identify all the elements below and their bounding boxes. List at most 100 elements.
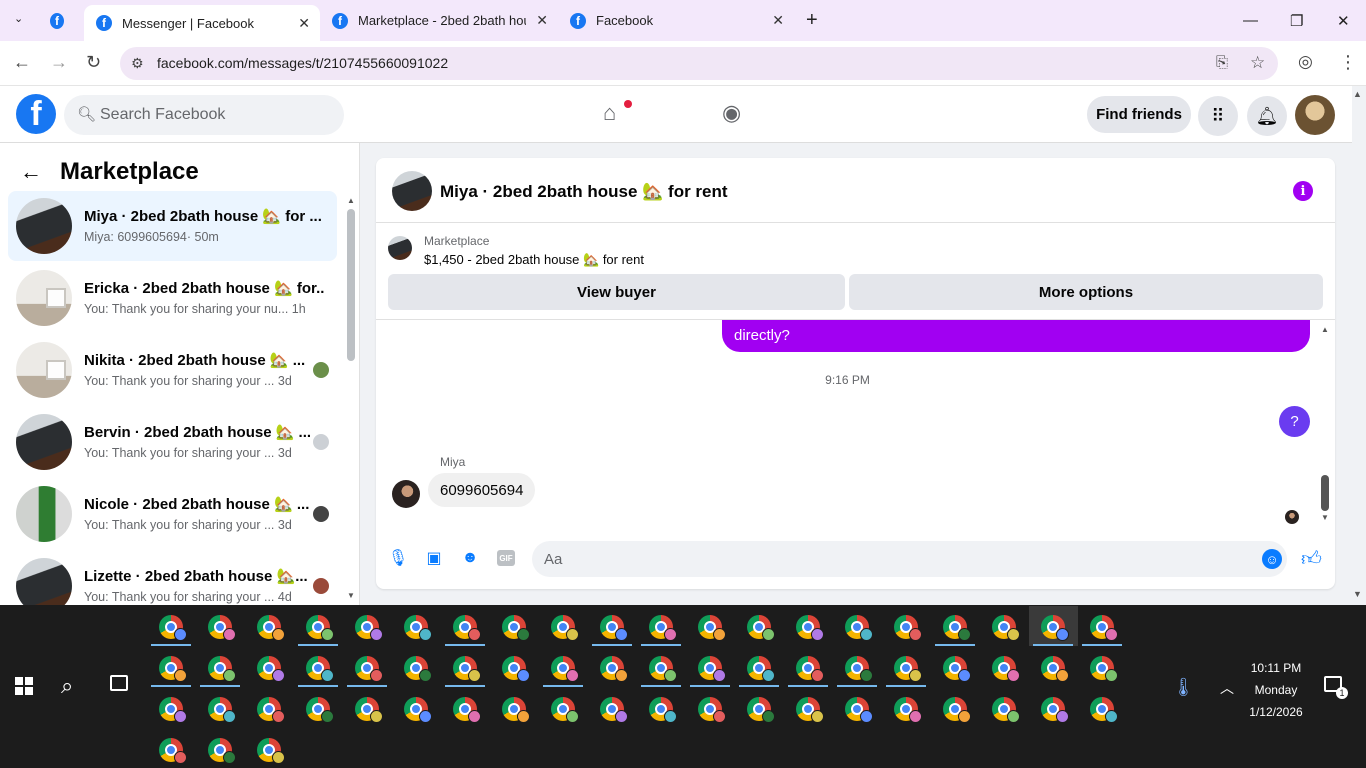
omnibox[interactable]: ⚙ facebook.com/messages/t/21074556600910… (120, 47, 1278, 80)
chrome-profile-taskbar-icon[interactable] (833, 606, 882, 646)
conversation-item-nicole[interactable]: Nicole · 2bed 2bath house 🏡 ... You: Tha… (8, 479, 337, 549)
browser-menu-icon[interactable]: ⋮ (1339, 52, 1357, 73)
facebook-logo-icon[interactable]: f (16, 94, 56, 134)
chrome-profile-taskbar-icon[interactable] (588, 688, 637, 728)
emoji-icon[interactable]: ☺ (1262, 549, 1282, 569)
chrome-profile-taskbar-icon[interactable] (784, 606, 833, 646)
conversation-item-miya[interactable]: Miya · 2bed 2bath house 🏡 for ... Miya: … (8, 191, 337, 261)
more-options-button[interactable]: More options (849, 274, 1323, 310)
listing-title[interactable]: $1,450 - 2bed 2bath house 🏡 for rent (424, 252, 644, 268)
page-scroll-down-icon[interactable]: ▼ (1353, 589, 1362, 599)
minimize-icon[interactable]: — (1243, 12, 1258, 29)
chrome-profile-taskbar-icon[interactable] (490, 647, 539, 687)
tab-facebook[interactable]: f Facebook ✕ (558, 0, 794, 41)
chrome-profile-taskbar-icon[interactable] (539, 647, 588, 687)
info-icon[interactable]: i (1293, 181, 1313, 201)
windows-start-icon[interactable] (15, 677, 33, 695)
chrome-profile-taskbar-icon[interactable] (343, 606, 392, 646)
chrome-profile-taskbar-icon[interactable] (931, 688, 980, 728)
chrome-profile-taskbar-icon[interactable] (686, 688, 735, 728)
chrome-profile-taskbar-icon[interactable] (147, 688, 196, 728)
search-input[interactable] (100, 95, 330, 135)
site-info-icon[interactable]: ⚙ (131, 55, 144, 72)
message-input[interactable] (532, 541, 1287, 577)
tab-marketplace[interactable]: f Marketplace - 2bed 2bath hous ✕ (320, 0, 558, 41)
outgoing-message-bubble[interactable]: directly? (722, 320, 1310, 352)
chrome-profile-taskbar-icon[interactable] (441, 688, 490, 728)
chrome-profile-taskbar-icon[interactable] (294, 647, 343, 687)
reload-icon[interactable]: ↻ (86, 52, 101, 73)
chrome-profile-taskbar-icon[interactable] (637, 647, 686, 687)
chat-title[interactable]: Miya · 2bed 2bath house 🏡 for rent (440, 182, 728, 202)
chrome-profile-taskbar-icon[interactable] (588, 647, 637, 687)
thumbs-up-icon[interactable]: 👍︎ (1301, 547, 1322, 571)
photo-icon[interactable]: ▣ (424, 548, 444, 568)
conversation-item-lizette[interactable]: Lizette · 2bed 2bath house 🏡... You: Tha… (8, 551, 337, 605)
scroll-up-arrow-icon[interactable]: ▲ (347, 196, 355, 205)
groups-icon[interactable]: ◉ (722, 100, 741, 126)
chrome-profile-taskbar-icon[interactable] (686, 606, 735, 646)
chrome-profile-taskbar-icon[interactable] (882, 647, 931, 687)
chrome-profile-taskbar-icon[interactable] (735, 688, 784, 728)
facebook-search[interactable]: 🔍︎ (64, 95, 344, 135)
chrome-profile-taskbar-icon[interactable] (784, 647, 833, 687)
chrome-profile-taskbar-icon[interactable] (1029, 647, 1078, 687)
outgoing-question-bubble[interactable]: ? (1279, 406, 1310, 437)
chrome-profile-taskbar-icon[interactable] (245, 647, 294, 687)
chrome-profile-taskbar-icon[interactable] (147, 606, 196, 646)
tab-messenger[interactable]: f Messenger | Facebook ✕ (84, 5, 320, 41)
restore-icon[interactable]: ❐ (1290, 12, 1303, 30)
chrome-profile-taskbar-icon[interactable] (1029, 688, 1078, 728)
chrome-profile-taskbar-icon[interactable] (882, 688, 931, 728)
chrome-profile-taskbar-icon[interactable] (833, 647, 882, 687)
chrome-profile-taskbar-icon[interactable] (980, 647, 1029, 687)
back-arrow-icon[interactable]: ← (20, 159, 42, 185)
chrome-profile-taskbar-icon[interactable] (588, 606, 637, 646)
chrome-profile-taskbar-icon[interactable] (735, 647, 784, 687)
pinned-tab-facebook[interactable]: f (50, 0, 74, 41)
chrome-profile-taskbar-icon[interactable] (245, 729, 294, 768)
conversation-item-ericka[interactable]: Ericka · 2bed 2bath house 🏡 for... You: … (8, 263, 337, 333)
home-icon[interactable]: ⌂ (603, 100, 616, 126)
chrome-profile-taskbar-icon[interactable] (539, 688, 588, 728)
chrome-profile-taskbar-icon[interactable] (147, 647, 196, 687)
system-clock[interactable]: 10:11 PM Monday 1/12/2026 (1236, 657, 1316, 723)
chrome-profile-taskbar-icon[interactable] (343, 647, 392, 687)
conversation-item-nikita[interactable]: Nikita · 2bed 2bath house 🏡 ... You: Tha… (8, 335, 337, 405)
chrome-profile-taskbar-icon[interactable] (637, 688, 686, 728)
profile-icon[interactable]: ◎ (1298, 52, 1313, 72)
sticker-icon[interactable]: ☻ (460, 548, 480, 568)
chrome-profile-taskbar-icon[interactable] (686, 647, 735, 687)
sender-avatar[interactable] (392, 480, 420, 508)
chrome-profile-taskbar-icon[interactable] (196, 606, 245, 646)
chrome-profile-taskbar-icon[interactable] (343, 688, 392, 728)
chrome-profile-taskbar-icon[interactable] (245, 688, 294, 728)
chrome-profile-taskbar-icon[interactable] (1078, 688, 1127, 728)
url-text[interactable]: facebook.com/messages/t/2107455660091022 (157, 55, 448, 71)
back-arrow-icon[interactable]: ← (13, 52, 31, 73)
chrome-profile-taskbar-icon[interactable] (1029, 606, 1078, 646)
notifications-bell-icon[interactable]: 🔔︎ (1247, 96, 1287, 136)
close-tab-icon[interactable]: ✕ (772, 12, 784, 29)
chrome-profile-taskbar-icon[interactable] (245, 606, 294, 646)
gif-icon[interactable]: GIF (497, 550, 515, 566)
close-tab-icon[interactable]: ✕ (298, 15, 310, 32)
chrome-profile-taskbar-icon[interactable] (294, 688, 343, 728)
menu-grid-icon[interactable]: ⠿ (1198, 96, 1238, 136)
chrome-profile-taskbar-icon[interactable] (441, 606, 490, 646)
weather-thermometer-icon[interactable]: 🌡︎ (1172, 677, 1195, 698)
chrome-profile-taskbar-icon[interactable] (931, 647, 980, 687)
chrome-profile-taskbar-icon[interactable] (931, 606, 980, 646)
chrome-profile-taskbar-icon[interactable] (196, 647, 245, 687)
conversation-item-bervin[interactable]: Bervin · 2bed 2bath house 🏡 ... You: Tha… (8, 407, 337, 477)
thread-scrollbar-thumb[interactable] (1321, 475, 1329, 511)
scroll-down-arrow-icon[interactable]: ▼ (1321, 513, 1329, 522)
chrome-profile-taskbar-icon[interactable] (490, 688, 539, 728)
scroll-down-arrow-icon[interactable]: ▼ (347, 591, 355, 600)
account-avatar[interactable] (1295, 95, 1335, 135)
chrome-profile-taskbar-icon[interactable] (392, 606, 441, 646)
task-view-icon[interactable] (110, 675, 128, 691)
chrome-profile-taskbar-icon[interactable] (1078, 606, 1127, 646)
chrome-profile-taskbar-icon[interactable] (980, 606, 1029, 646)
chrome-profile-taskbar-icon[interactable] (147, 729, 196, 768)
